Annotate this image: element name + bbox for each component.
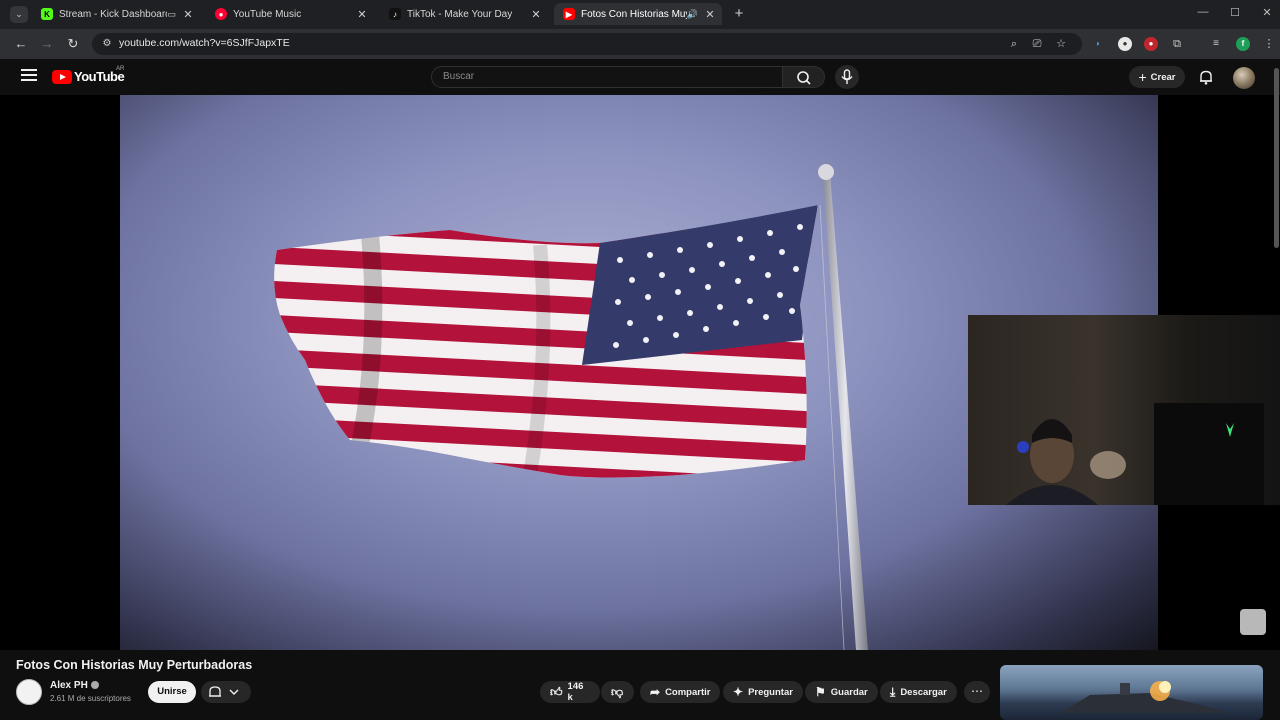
zoom-icon[interactable]: ⌕ [1006, 37, 1022, 51]
country-code: AR [116, 66, 125, 72]
plus-icon: + [1138, 69, 1147, 85]
channel-name-text[interactable]: Alex PH [50, 680, 88, 691]
dislike-button[interactable]: 👎︎ [601, 681, 634, 703]
tab-tiktok[interactable]: ♪ TikTok - Make Your Day ✕ [380, 3, 548, 25]
reload-icon[interactable]: ↻ [64, 36, 82, 52]
tab-title: TikTok - Make Your Day [407, 8, 513, 20]
thumbs-down-icon: 👎︎ [611, 684, 624, 699]
ask-label: Preguntar [748, 686, 793, 698]
extension-audio-icon[interactable]: ◗ [1091, 37, 1105, 51]
tab-search-button[interactable]: ⌄ [10, 6, 28, 23]
download-icon: ⤓ [890, 684, 896, 699]
tab-title: Stream - Kick Dashboard [59, 8, 168, 20]
bookmark-icon: ⚑ [815, 685, 826, 699]
share-label: Compartir [665, 686, 711, 698]
kick-icon: K [41, 8, 53, 20]
voice-search-button[interactable] [835, 65, 859, 89]
cast-icon[interactable]: ⎚ [1029, 37, 1045, 51]
like-count: 146 k [567, 681, 584, 703]
video-details: Fotos Con Historias Muy Perturbadoras Al… [0, 650, 1280, 720]
share-button[interactable]: ➦ Compartir [640, 681, 721, 703]
search-button[interactable] [783, 66, 825, 88]
tab-kick-dashboard[interactable]: K Stream - Kick Dashboard ▭ ✕ [32, 3, 200, 25]
maximize-icon[interactable]: ☐ [1226, 6, 1244, 19]
url-text[interactable]: youtube.com/watch?v=6SJfFJapxTE [119, 37, 290, 49]
more-actions-icon[interactable]: ⋯ [964, 681, 990, 703]
chevron-down-icon [229, 689, 239, 695]
browser-menu-icon[interactable]: ⋮ [1262, 37, 1276, 51]
browser-toolbar: ← → ↻ ⚙ youtube.com/watch?v=6SJfFJapxTE … [0, 29, 1280, 59]
create-label: Crear [1150, 71, 1176, 83]
sparkle-icon: ✦ [733, 685, 744, 699]
channel-avatar[interactable] [16, 679, 42, 705]
tab-screen-share-icon: ▭ [167, 8, 176, 19]
channel-name[interactable]: Alex PH [50, 680, 99, 691]
extension-record-icon[interactable]: ● [1144, 37, 1158, 51]
video-player[interactable] [0, 95, 1280, 650]
subscriber-count: 2.61 M de suscriptores [50, 694, 131, 703]
page-scrollbar[interactable] [1274, 68, 1279, 248]
youtube-play-icon [52, 69, 72, 84]
minimize-icon[interactable]: — [1194, 6, 1212, 18]
verified-badge-icon [90, 681, 99, 690]
search-placeholder: Buscar [443, 71, 475, 82]
microphone-icon [841, 69, 853, 84]
profile-avatar[interactable]: f [1236, 37, 1250, 51]
bell-icon [209, 686, 221, 697]
search-icon [797, 71, 811, 85]
notifications-bell-icon[interactable] [1197, 68, 1215, 86]
address-bar[interactable]: ⚙ youtube.com/watch?v=6SJfFJapxTE ⌕ ⎚ ☆ [92, 33, 1082, 55]
tab-youtube-music[interactable]: ● YouTube Music ✕ [206, 3, 374, 25]
youtube-icon: ▶ [563, 8, 575, 20]
new-tab-button[interactable]: + [731, 5, 747, 22]
like-button[interactable]: 👍︎ 146 k [540, 681, 600, 703]
subscription-bell-button[interactable] [201, 681, 251, 703]
streamer-webcam-overlay [968, 315, 1280, 505]
media-queue-icon[interactable]: ≡ [1209, 37, 1223, 51]
ask-button[interactable]: ✦ Preguntar [723, 681, 803, 703]
tiktok-icon: ♪ [389, 8, 401, 20]
download-button[interactable]: ⤓ Descargar [880, 681, 957, 703]
webcam-feed-image [1006, 403, 1264, 505]
battleship-thumbnail-image [1060, 681, 1230, 713]
extension-mouse-icon[interactable]: ● [1118, 37, 1132, 51]
bookmark-star-icon[interactable]: ☆ [1053, 37, 1069, 51]
join-button[interactable]: Unirse [148, 681, 196, 703]
youtube-logo[interactable]: YouTube AR [52, 66, 125, 84]
tab-title: Fotos Con Historias Muy Perturbadoras - … [581, 8, 687, 20]
speaker-icon[interactable]: 🔊 [687, 9, 698, 20]
download-label: Descargar [900, 686, 947, 698]
recommended-video-thumbnail[interactable] [1000, 665, 1263, 720]
youtube-masthead: YouTube AR Buscar + Crear [0, 59, 1280, 95]
account-avatar[interactable] [1233, 67, 1255, 89]
close-window-icon[interactable]: ✕ [1258, 6, 1276, 19]
back-icon[interactable]: ← [12, 36, 30, 52]
product-icon[interactable] [1240, 609, 1266, 635]
share-icon: ➦ [650, 685, 661, 699]
site-info-icon[interactable]: ⚙ [100, 37, 114, 51]
tab-close-icon[interactable]: ✕ [702, 8, 718, 21]
menu-icon[interactable] [21, 69, 37, 83]
thumbs-up-icon: 👍︎ [550, 684, 563, 699]
tab-title: YouTube Music [233, 8, 302, 20]
tab-youtube-video[interactable]: ▶ Fotos Con Historias Muy Perturbadoras … [554, 3, 722, 25]
video-title: Fotos Con Historias Muy Perturbadoras [16, 658, 253, 672]
tab-close-icon[interactable]: ✕ [528, 8, 544, 21]
tab-close-icon[interactable]: ✕ [180, 8, 196, 21]
extensions-puzzle-icon[interactable]: ⧉ [1170, 37, 1184, 51]
youtube-music-icon: ● [215, 8, 227, 20]
tab-close-icon[interactable]: ✕ [354, 8, 370, 21]
create-button[interactable]: + Crear [1129, 66, 1185, 88]
save-label: Guardar [830, 686, 868, 698]
save-button[interactable]: ⚑ Guardar [805, 681, 878, 703]
search-input[interactable]: Buscar [431, 66, 783, 88]
forward-icon[interactable]: → [38, 36, 56, 52]
browser-tab-bar: ⌄ K Stream - Kick Dashboard ▭ ✕ ● YouTub… [0, 0, 1280, 29]
